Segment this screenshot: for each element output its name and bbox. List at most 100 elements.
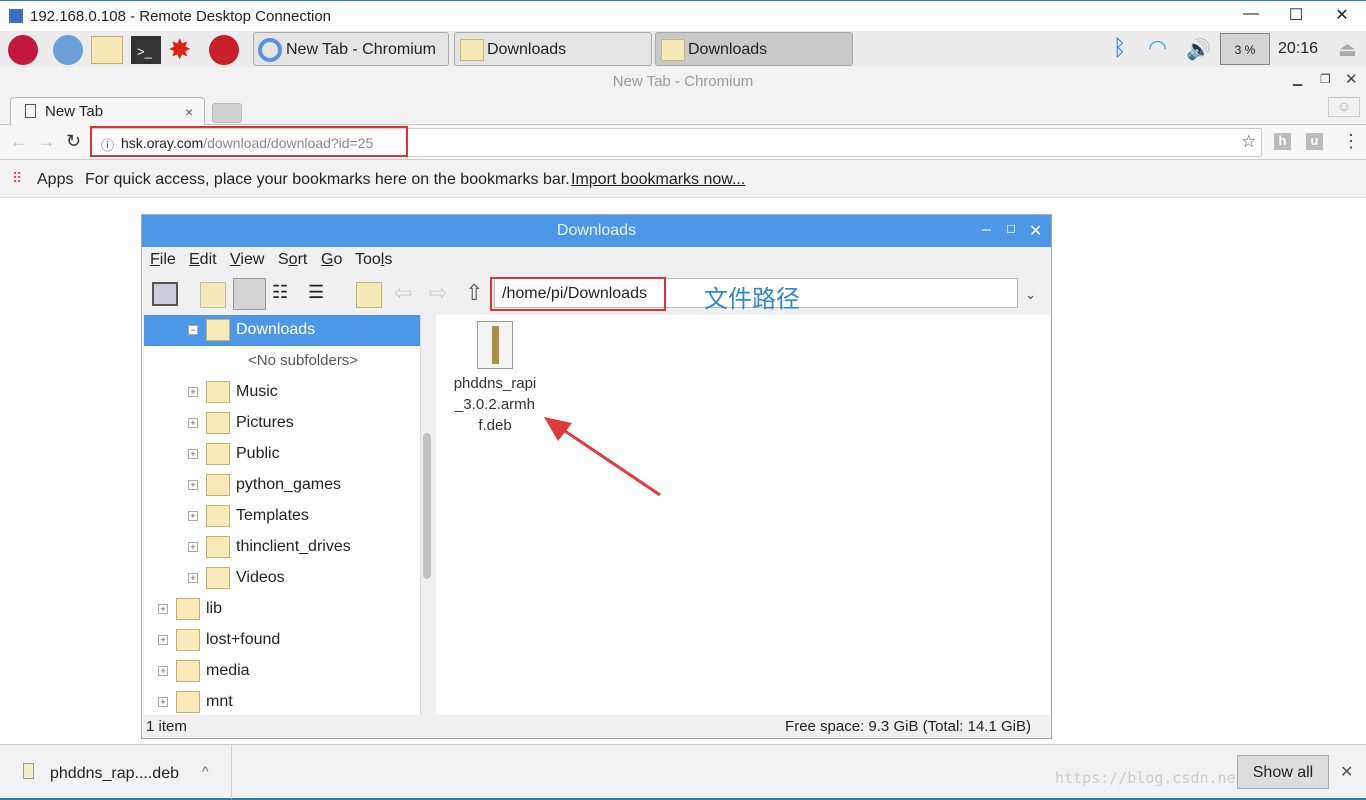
download-item[interactable]: phddns_rap....deb ^: [0, 745, 232, 799]
tree-item[interactable]: + lib: [144, 594, 420, 625]
file-name: phddns_rapi _3.0.2.armh f.deb: [440, 373, 550, 436]
expander-icon[interactable]: +: [188, 449, 198, 459]
back-icon[interactable]: ⇦: [394, 280, 412, 306]
menu-item[interactable]: File: [150, 251, 176, 269]
apps-link[interactable]: Apps: [37, 171, 73, 189]
tree-item[interactable]: + Templates: [144, 501, 420, 532]
bluetooth-icon[interactable]: ᛒ: [1113, 35, 1126, 61]
eject-icon[interactable]: ⏏: [1338, 37, 1357, 62]
folder-icon: [460, 39, 484, 61]
forward-icon[interactable]: ⇨: [429, 280, 447, 306]
menu-item[interactable]: Edit: [189, 251, 217, 269]
tree-item[interactable]: + mnt: [144, 687, 420, 715]
folder-icon: [206, 474, 230, 496]
menu-icon[interactable]: ⋮: [1342, 131, 1360, 152]
up-icon[interactable]: ⇧: [465, 280, 483, 306]
raspberry-menu-icon[interactable]: [8, 35, 38, 65]
wolfram-icon[interactable]: [209, 35, 239, 65]
chrome-minimize-icon[interactable]: ▁: [1293, 72, 1302, 86]
maximize-button[interactable]: ☐: [1281, 5, 1311, 25]
fm-title: Downloads: [556, 222, 637, 239]
tab-new-tab[interactable]: New Tab ×: [10, 97, 205, 125]
scrollbar-thumb[interactable]: [423, 433, 431, 579]
tree-item[interactable]: + python_games: [144, 470, 420, 501]
archive-icon: [477, 321, 513, 369]
fm-minimize-icon[interactable]: –: [982, 221, 991, 239]
extension-h-icon[interactable]: h: [1274, 133, 1291, 150]
menu-item[interactable]: Sort: [278, 251, 307, 269]
task-chromium[interactable]: New Tab - Chromium: [253, 32, 449, 66]
menu-item[interactable]: Go: [321, 251, 342, 269]
cpu-monitor: 3 %: [1220, 33, 1270, 65]
volume-icon[interactable]: 🔊: [1186, 37, 1211, 62]
icon-view-button[interactable]: [200, 282, 226, 308]
chrome-restore-icon[interactable]: ❐: [1320, 72, 1331, 86]
expander-icon[interactable]: +: [188, 542, 198, 552]
tree-item[interactable]: + thinclient_drives: [144, 532, 420, 563]
extension-u-icon[interactable]: u: [1306, 133, 1323, 150]
expander-icon[interactable]: +: [158, 697, 168, 707]
tree-item[interactable]: + Videos: [144, 563, 420, 594]
expander-icon[interactable]: +: [188, 387, 198, 397]
menu-mnemonic: E: [189, 251, 200, 268]
tree-item[interactable]: + Music: [144, 377, 420, 408]
expander-icon[interactable]: +: [188, 418, 198, 428]
expander-icon[interactable]: +: [158, 604, 168, 614]
expander-icon[interactable]: −: [188, 325, 198, 335]
tree-item[interactable]: + media: [144, 656, 420, 687]
folder-icon: [206, 567, 230, 589]
minimize-button[interactable]: —: [1236, 5, 1266, 23]
tree-item[interactable]: + Public: [144, 439, 420, 470]
close-shelf-icon[interactable]: ✕: [1340, 762, 1353, 782]
show-all-button[interactable]: Show all: [1237, 755, 1329, 789]
new-tab-icon[interactable]: [152, 282, 178, 306]
expander-icon[interactable]: +: [158, 666, 168, 676]
home-icon[interactable]: [356, 282, 382, 308]
menu-item[interactable]: View: [230, 251, 264, 269]
tree-label: lost+found: [206, 631, 281, 648]
task-downloads-1[interactable]: Downloads: [454, 32, 652, 66]
profile-icon[interactable]: ☺: [1328, 97, 1360, 117]
file-item[interactable]: phddns_rapi _3.0.2.armh f.deb: [440, 319, 550, 436]
tree-item[interactable]: + Pictures: [144, 408, 420, 439]
tree-item[interactable]: − Downloads: [144, 315, 420, 346]
forward-icon[interactable]: →: [38, 132, 55, 152]
file-manager-icon[interactable]: [91, 36, 123, 64]
chrome-close-icon[interactable]: ✕: [1345, 70, 1358, 88]
expander-icon[interactable]: +: [188, 573, 198, 583]
status-bar: 1 item Free space: 9.3 GiB (Total: 14.1 …: [142, 715, 1051, 739]
chevron-up-icon[interactable]: ^: [202, 763, 209, 779]
close-button[interactable]: ✕: [1327, 5, 1357, 25]
expander-icon[interactable]: +: [158, 635, 168, 645]
fm-close-icon[interactable]: ✕: [1029, 221, 1042, 241]
wifi-icon[interactable]: ◠: [1148, 35, 1167, 61]
import-bookmarks-link[interactable]: Import bookmarks now...: [571, 171, 745, 189]
chromium-icon: [258, 38, 282, 62]
terminal-icon[interactable]: >_: [131, 36, 161, 64]
apps-icon[interactable]: ⠿: [12, 170, 22, 187]
expander-icon[interactable]: +: [188, 511, 198, 521]
back-icon[interactable]: ←: [10, 132, 27, 152]
task-downloads-2[interactable]: Downloads: [655, 32, 853, 66]
path-dropdown-icon[interactable]: ⌄: [1025, 287, 1036, 303]
list-view-button[interactable]: ☰: [308, 282, 334, 308]
tree-label: Music: [236, 383, 278, 400]
thumbnail-view-button[interactable]: [233, 278, 266, 310]
expander-icon[interactable]: +: [188, 480, 198, 490]
new-tab-button[interactable]: [212, 103, 242, 123]
compact-view-button[interactable]: ☷: [272, 282, 298, 308]
tab-close-icon[interactable]: ×: [185, 104, 193, 120]
fm-maximize-icon[interactable]: ◻: [1006, 221, 1016, 235]
bookmark-star-icon[interactable]: ☆: [1241, 132, 1256, 152]
reload-icon[interactable]: ↻: [66, 131, 81, 152]
menu-item[interactable]: Tools: [355, 251, 392, 269]
folder-icon: [176, 660, 200, 682]
mathematica-icon[interactable]: ✸: [168, 33, 191, 66]
free-space: Free space: 9.3 GiB (Total: 14.1 GiB): [785, 718, 1031, 735]
browser-icon[interactable]: [53, 35, 83, 65]
tree-item[interactable]: + lost+found: [144, 625, 420, 656]
bookmarks-bar: ⠿ Apps For quick access, place your book…: [0, 160, 1366, 198]
menu-text: s: [384, 251, 393, 268]
tree-item[interactable]: <No subfolders>: [144, 346, 420, 377]
tree-scrollbar[interactable]: [420, 315, 434, 715]
